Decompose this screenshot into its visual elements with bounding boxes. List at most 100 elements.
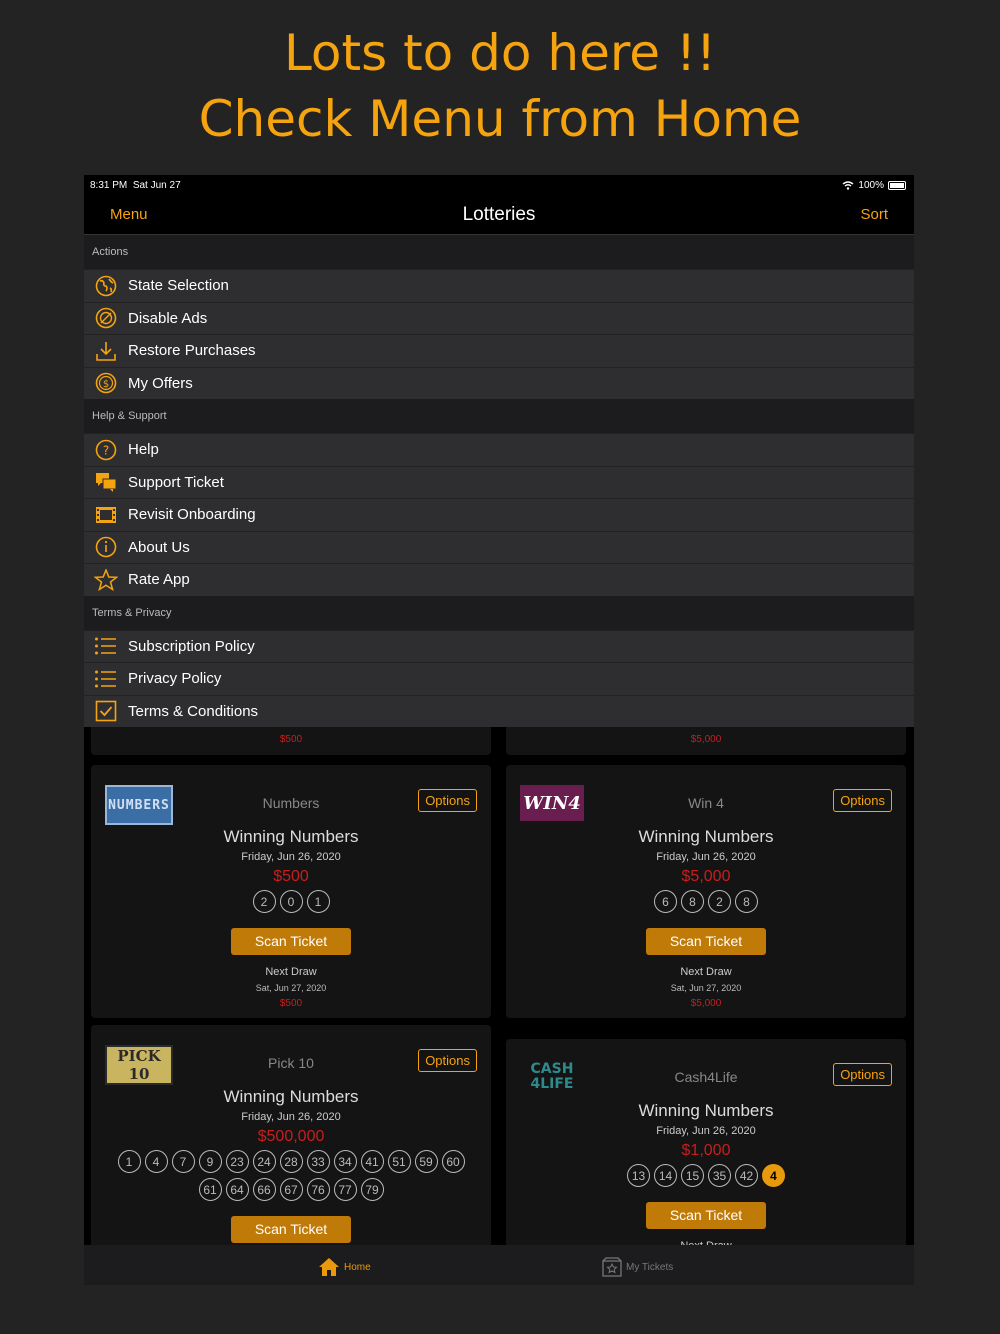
menu-panel: Actions State Selection Disable Ads Restore… bbox=[84, 235, 914, 727]
number-ball: 59 bbox=[414, 1150, 438, 1173]
menu-item-about-us[interactable]: About Us bbox=[84, 530, 914, 563]
menu-item-label: Terms & Conditions bbox=[128, 702, 259, 720]
options-button[interactable]: Options bbox=[418, 1049, 477, 1072]
options-button[interactable]: Options bbox=[833, 1063, 892, 1086]
winning-numbers-label: Winning Numbers bbox=[223, 827, 359, 846]
ball-row: 61 64 66 67 76 77 79 bbox=[91, 1178, 491, 1201]
list-icon bbox=[84, 636, 128, 656]
tab-my-tickets[interactable]: My Tickets bbox=[602, 1257, 673, 1277]
film-icon bbox=[84, 504, 128, 526]
prize-amount: $500 bbox=[273, 868, 309, 885]
options-button[interactable]: Options bbox=[833, 789, 892, 812]
menu-item-disable-ads[interactable]: Disable Ads bbox=[84, 301, 914, 334]
menu-item-restore-purchases[interactable]: Restore Purchases bbox=[84, 334, 914, 367]
menu-item-label: About Us bbox=[128, 538, 190, 556]
menu-item-terms-and-conditions[interactable]: Terms & Conditions bbox=[84, 694, 914, 727]
number-ball: 61 bbox=[198, 1178, 222, 1201]
menu-item-support-ticket[interactable]: Support Ticket bbox=[84, 465, 914, 498]
tab-home[interactable]: Home bbox=[318, 1257, 371, 1277]
battery-icon bbox=[888, 181, 906, 190]
checkbox-icon bbox=[84, 700, 128, 722]
number-ball: 41 bbox=[360, 1150, 384, 1173]
section-header: Terms & Privacy bbox=[92, 606, 172, 619]
number-ball: 6 bbox=[654, 890, 677, 913]
page-title: Lotteries bbox=[462, 204, 536, 225]
no-ads-icon bbox=[84, 307, 128, 329]
next-draw-label: Next Draw bbox=[680, 966, 732, 978]
menu-item-label: My Offers bbox=[128, 374, 193, 392]
scan-ticket-button[interactable]: Scan Ticket bbox=[646, 1202, 766, 1229]
number-ball: 9 bbox=[198, 1150, 222, 1173]
number-ball: 77 bbox=[333, 1178, 357, 1201]
dollar-icon: $ bbox=[84, 372, 128, 394]
menu-button[interactable]: Menu bbox=[110, 206, 148, 223]
menu-item-privacy-policy[interactable]: Privacy Policy bbox=[84, 662, 914, 695]
number-ball: 7 bbox=[171, 1150, 195, 1173]
download-icon bbox=[84, 340, 128, 362]
winning-numbers-label: Winning Numbers bbox=[223, 1087, 359, 1106]
partial-prize-left: $500 bbox=[279, 734, 303, 745]
number-ball: 8 bbox=[735, 890, 758, 913]
tickets-icon bbox=[602, 1257, 622, 1277]
list-icon bbox=[84, 669, 128, 689]
number-ball: 2 bbox=[708, 890, 731, 913]
ball-row: 6828 bbox=[506, 890, 906, 913]
prize-amount: $5,000 bbox=[681, 868, 731, 885]
menu-item-label: Rate App bbox=[128, 571, 190, 589]
ball-row: 201 bbox=[91, 890, 491, 913]
number-ball: 67 bbox=[279, 1178, 303, 1201]
number-ball: 2 bbox=[252, 890, 276, 913]
number-ball: 8 bbox=[681, 890, 704, 913]
menu-item-help[interactable]: ? Help bbox=[84, 433, 914, 466]
scan-ticket-button[interactable]: Scan Ticket bbox=[231, 1216, 351, 1243]
star-icon bbox=[84, 568, 128, 591]
number-ball: 35 bbox=[708, 1164, 731, 1187]
menu-item-my-offers[interactable]: $ My Offers bbox=[84, 366, 914, 399]
tab-home-label: Home bbox=[344, 1261, 371, 1273]
scan-ticket-button[interactable]: Scan Ticket bbox=[646, 928, 766, 955]
number-ball: 66 bbox=[252, 1178, 276, 1201]
number-ball: 0 bbox=[279, 890, 303, 913]
number-ball: 23 bbox=[225, 1150, 249, 1173]
menu-item-label: Support Ticket bbox=[128, 473, 224, 491]
number-ball: 13 bbox=[627, 1164, 650, 1187]
prize-amount: $500,000 bbox=[257, 1128, 325, 1145]
menu-item-subscription-policy[interactable]: Subscription Policy bbox=[84, 629, 914, 662]
menu-item-revisit-onboarding[interactable]: Revisit Onboarding bbox=[84, 498, 914, 531]
number-ball: 79 bbox=[360, 1178, 384, 1201]
partial-prize-right: $5,000 bbox=[690, 734, 722, 745]
menu-item-label: Help bbox=[128, 441, 159, 459]
tab-bar: Home My Tickets bbox=[84, 1245, 914, 1285]
next-draw-label: Next Draw bbox=[265, 966, 317, 978]
number-ball: 60 bbox=[441, 1150, 465, 1173]
draw-date: Friday, Jun 26, 2020 bbox=[241, 1111, 341, 1123]
section-header: Help & Support bbox=[92, 410, 167, 422]
bonus-ball: 4 bbox=[762, 1164, 785, 1187]
section-header: Actions bbox=[92, 246, 129, 258]
nav-bar: Menu Lotteries Sort bbox=[84, 197, 914, 235]
chat-icon bbox=[84, 471, 128, 493]
next-draw-prize: $5,000 bbox=[690, 998, 722, 1009]
menu-item-label: Subscription Policy bbox=[128, 637, 255, 655]
next-draw-prize: $500 bbox=[279, 998, 303, 1009]
scan-ticket-button[interactable]: Scan Ticket bbox=[231, 928, 351, 955]
number-ball: 1 bbox=[117, 1150, 141, 1173]
number-ball: 51 bbox=[387, 1150, 411, 1173]
options-button[interactable]: Options bbox=[418, 789, 477, 812]
number-ball: 42 bbox=[735, 1164, 758, 1187]
status-bar: 8:31 PM Sat Jun 27 100% bbox=[84, 175, 914, 197]
ball-row: 13 14 15 35 42 4 bbox=[506, 1164, 906, 1187]
number-ball: 24 bbox=[252, 1150, 276, 1173]
menu-item-state-selection[interactable]: State Selection bbox=[84, 269, 914, 302]
menu-item-label: Disable Ads bbox=[128, 309, 208, 327]
draw-date: Friday, Jun 26, 2020 bbox=[656, 1125, 756, 1137]
menu-item-label: Revisit Onboarding bbox=[128, 506, 256, 524]
number-ball: 4 bbox=[144, 1150, 168, 1173]
menu-item-rate-app[interactable]: Rate App bbox=[84, 563, 914, 596]
sort-button[interactable]: Sort bbox=[860, 206, 888, 223]
draw-date: Friday, Jun 26, 2020 bbox=[241, 851, 341, 863]
headline-line-1: Lots to do here !! bbox=[283, 24, 717, 82]
number-ball: 76 bbox=[306, 1178, 330, 1201]
lottery-card: CASH 4LIFE Cash4Life Options Winning Number… bbox=[506, 1039, 906, 1255]
status-date: Sat Jun 27 bbox=[132, 180, 181, 191]
